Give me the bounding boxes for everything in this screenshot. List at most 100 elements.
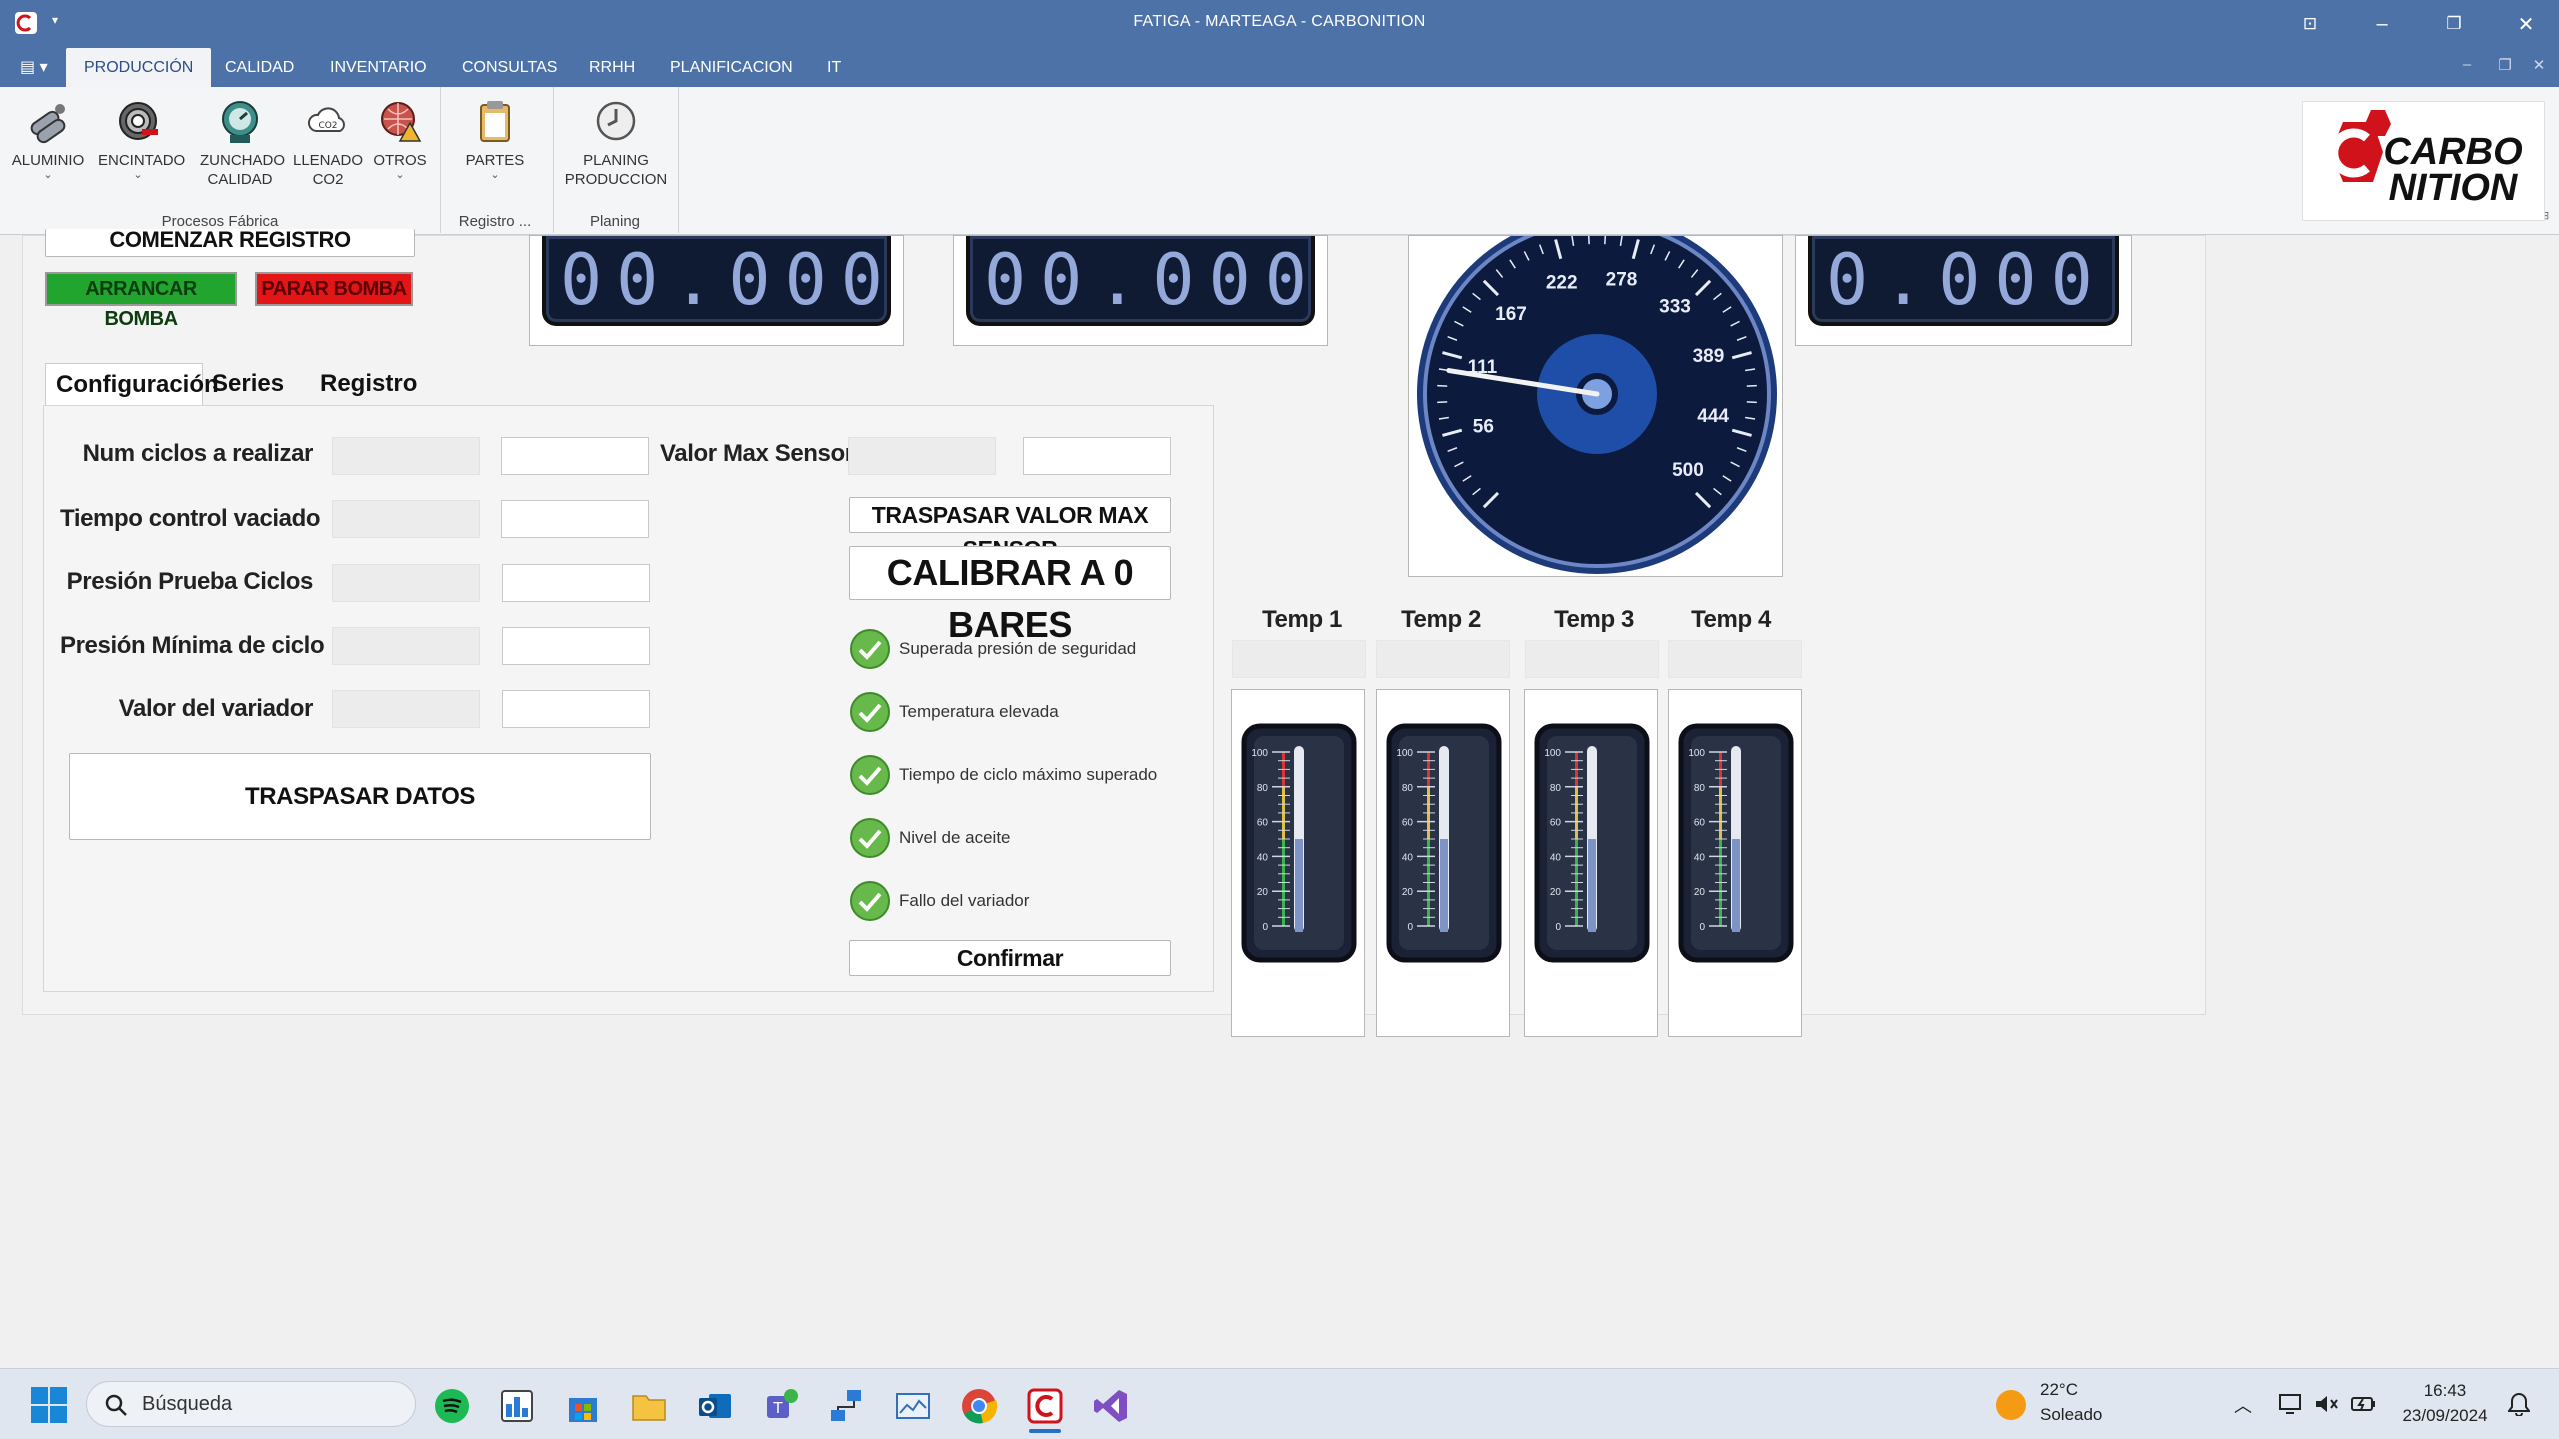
- show-hidden-icons-chevron-icon[interactable]: ︿: [2234, 1392, 2252, 1418]
- svg-text:T: T: [772, 1399, 783, 1417]
- thermometer-scale-label: 40: [1694, 852, 1706, 863]
- gauge-minor-tick: [1746, 401, 1757, 404]
- tab-consultas[interactable]: CONSULTAS: [444, 48, 575, 87]
- planing-produccion-button[interactable]: PLANING PRODUCCION: [561, 97, 671, 189]
- mdi-minimize-button[interactable]: –: [2452, 56, 2482, 78]
- tab-rrhh[interactable]: RRHH: [571, 48, 653, 87]
- presion-minima-input[interactable]: [502, 627, 650, 665]
- clock-date[interactable]: 23/09/2024: [2394, 1406, 2496, 1426]
- alarm-label: Nivel de aceite: [899, 828, 1011, 847]
- tiempo-control-input[interactable]: [501, 500, 649, 538]
- num-ciclos-input[interactable]: [501, 437, 649, 475]
- file-explorer-icon[interactable]: [629, 1386, 669, 1426]
- spotify-icon[interactable]: [432, 1386, 472, 1426]
- partes-label: PARTES: [465, 152, 525, 169]
- mdi-close-button[interactable]: ✕: [2524, 56, 2554, 78]
- tab-calidad[interactable]: CALIDAD: [207, 48, 312, 87]
- speaker-muted-icon[interactable]: [2314, 1392, 2340, 1416]
- carbonition-app-icon[interactable]: [1025, 1386, 1065, 1426]
- application-menu-button[interactable]: ▤ ▾: [8, 48, 60, 87]
- quality-gauge-icon: [222, 101, 258, 143]
- thermometer-scale-label: 40: [1550, 852, 1562, 863]
- arrancar-bomba-button[interactable]: ARRANCAR BOMBA: [45, 272, 237, 330]
- thermometer-scale-label: 20: [1257, 887, 1269, 898]
- presion-prueba-input[interactable]: [502, 564, 650, 602]
- thermometer-fill: [1440, 839, 1448, 932]
- tab-inventario[interactable]: INVENTARIO: [312, 48, 445, 87]
- co2-cloud-icon: CO2: [307, 107, 345, 132]
- temp-2-value: [1376, 640, 1510, 678]
- temp-3-value: [1525, 640, 1659, 678]
- minimize-button[interactable]: –: [2354, 0, 2410, 48]
- clock-time[interactable]: 16:43: [2400, 1381, 2490, 1401]
- group-registro: Registro ...: [458, 213, 532, 230]
- valor-max-sensor-input[interactable]: [1023, 437, 1171, 475]
- tiempo-control-current-value: [332, 500, 480, 538]
- confirmar-button[interactable]: Confirmar: [849, 940, 1171, 976]
- planing-label: PLANING: [583, 152, 649, 169]
- otros-button[interactable]: OTROS ⌄: [360, 97, 440, 181]
- weather-sun-icon[interactable]: [1994, 1388, 2028, 1422]
- tab-series[interactable]: Series: [202, 363, 294, 405]
- battery-charging-icon[interactable]: [2350, 1392, 2378, 1416]
- tab-planificacion[interactable]: PLANIFICACION: [652, 48, 811, 87]
- taskbar-search-box[interactable]: Búsqueda: [86, 1381, 416, 1427]
- traspasar-datos-button[interactable]: TRASPASAR DATOS: [69, 753, 651, 840]
- calibrar-a-0-bares-button[interactable]: CALIBRAR A 0 BARES: [849, 546, 1171, 645]
- otros-label: OTROS: [373, 152, 427, 169]
- windows-start-icon[interactable]: [30, 1386, 68, 1424]
- partes-button[interactable]: PARTES ⌄: [455, 97, 535, 181]
- lcd-display: 0.000: [1808, 236, 2119, 326]
- tab-it[interactable]: IT: [809, 48, 859, 87]
- ribbon-display-options-icon[interactable]: ⊡: [2282, 0, 2338, 48]
- performance-monitor-icon[interactable]: [893, 1386, 933, 1426]
- zunchado-calidad-button[interactable]: ZUNCHADO CALIDAD: [200, 97, 285, 189]
- ribbon-group-divider: [440, 87, 441, 233]
- valor-variador-input[interactable]: [502, 690, 650, 728]
- temp-2-label: Temp 2: [1401, 606, 1481, 633]
- parar-bomba-button[interactable]: PARAR BOMBA: [255, 272, 413, 306]
- llenado-co2-button[interactable]: CO2 LLENADO CO2: [288, 97, 368, 189]
- microsoft-store-icon[interactable]: [563, 1386, 603, 1426]
- thermometer-scale-label: 60: [1402, 818, 1414, 829]
- restore-button[interactable]: ❐: [2426, 0, 2482, 48]
- aluminio-button[interactable]: ALUMINIO ⌄: [8, 97, 88, 181]
- thermometer-scale-label: 0: [1407, 922, 1413, 933]
- task-manager-icon[interactable]: [497, 1386, 537, 1426]
- tab-produccion[interactable]: PRODUCCIÓN: [66, 48, 212, 87]
- outlook-icon[interactable]: [695, 1386, 735, 1426]
- tab-registro[interactable]: Registro: [310, 363, 427, 405]
- active-app-indicator: [1029, 1429, 1061, 1433]
- encintado-label: ENCINTADO: [98, 152, 186, 169]
- mdi-restore-button[interactable]: ❐: [2490, 56, 2520, 78]
- weather-temperature[interactable]: 22°C: [2040, 1380, 2078, 1400]
- comenzar-registro-button[interactable]: COMENZAR REGISTRO: [45, 229, 415, 257]
- gauge-tick-label: 278: [1606, 270, 1638, 291]
- check-ok-icon: [850, 692, 890, 732]
- llenado-label: LLENADO: [292, 152, 364, 169]
- ribbon-panel: ALUMINIO ⌄ ENCINTADO ⌄ ZUNCHADO CALIDAD …: [0, 87, 2559, 235]
- network-icon[interactable]: [2278, 1392, 2304, 1416]
- thermometer-scale-label: 40: [1402, 852, 1414, 863]
- visual-studio-icon[interactable]: [1091, 1386, 1131, 1426]
- chrome-icon[interactable]: [959, 1386, 999, 1426]
- carbonition-logo: CARBO NITION: [2302, 101, 2545, 221]
- alarm-label: Tiempo de ciclo máximo superado: [899, 765, 1158, 784]
- valor-variador-current-value: [332, 690, 480, 728]
- traspasar-valor-max-sensor-button[interactable]: TRASPASAR VALOR MAX SENSOR: [849, 497, 1171, 562]
- notification-bell-icon[interactable]: [2508, 1392, 2530, 1416]
- thermometer-scale-label: 60: [1694, 818, 1706, 829]
- window-title: FATIGA - MARTEAGA - CARBONITION: [1133, 13, 1426, 30]
- weather-description[interactable]: Soleado: [2040, 1405, 2102, 1425]
- teams-icon[interactable]: T: [761, 1386, 801, 1426]
- close-button[interactable]: ✕: [2498, 0, 2554, 48]
- lcd-display: 00.000: [542, 236, 891, 326]
- tab-configuracion[interactable]: Configuración: [45, 363, 219, 405]
- thermometer-scale-label: 100: [1544, 748, 1561, 759]
- network-diagram-icon[interactable]: [827, 1386, 867, 1426]
- thermometer-scale-label: 80: [1550, 783, 1562, 794]
- thermometer-2: 100 80 60 40 20 0: [1386, 723, 1502, 963]
- clock-icon: [596, 101, 636, 141]
- encintado-button[interactable]: ENCINTADO ⌄: [98, 97, 185, 181]
- carbonition-logo-image: CARBO NITION: [2329, 110, 2523, 209]
